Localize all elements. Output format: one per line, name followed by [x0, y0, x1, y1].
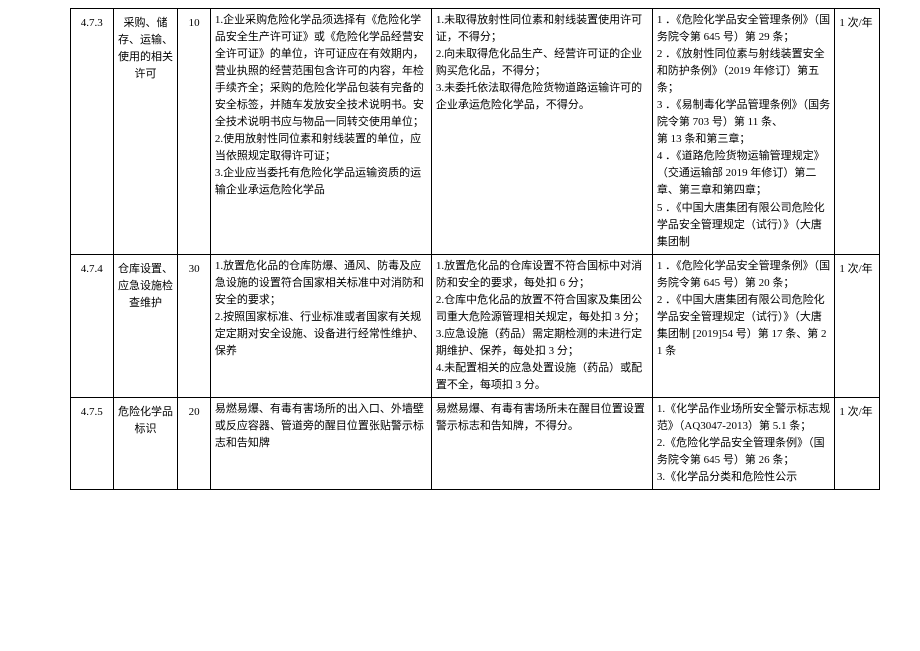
cell-method: 1.放置危化品的仓库设置不符合国标中对消防和安全的要求，每处扣 6 分； 2.仓…	[431, 254, 652, 397]
table-row: 4.7.4 仓库设置、应急设施检查维护 30 1.放置危化品的仓库防爆、通风、防…	[71, 254, 880, 397]
cell-item: 采购、储存、运输、使用的相关许可	[113, 9, 178, 255]
cell-score: 10	[178, 9, 210, 255]
cell-freq: 1 次/年	[835, 9, 880, 255]
cell-id: 4.7.5	[71, 398, 114, 490]
cell-method: 1.未取得放射性同位素和射线装置使用许可证，不得分； 2.向未取得危化品生产、经…	[431, 9, 652, 255]
cell-basis: 1 ．《危险化学品安全管理条例》（国务院令第 645 号）第 29 条； 2 ．…	[652, 9, 834, 255]
cell-standard: 易燃易爆、有毒有害场所的出入口、外墙壁或反应容器、管道旁的醒目位置张贴警示标志和…	[210, 398, 431, 490]
cell-id: 4.7.3	[71, 9, 114, 255]
cell-id: 4.7.4	[71, 254, 114, 397]
cell-score: 30	[178, 254, 210, 397]
cell-item: 危险化学品标识	[113, 398, 178, 490]
standards-table: 4.7.3 采购、储存、运输、使用的相关许可 10 1.企业采购危险化学品须选择…	[70, 8, 880, 490]
table-row: 4.7.3 采购、储存、运输、使用的相关许可 10 1.企业采购危险化学品须选择…	[71, 9, 880, 255]
cell-standard: 1.放置危化品的仓库防爆、通风、防毒及应急设施的设置符合国家相关标准中对消防和安…	[210, 254, 431, 397]
cell-standard: 1.企业采购危险化学品须选择有《危险化学品安全生产许可证》或《危险化学品经营安全…	[210, 9, 431, 255]
table-row: 4.7.5 危险化学品标识 20 易燃易爆、有毒有害场所的出入口、外墙壁或反应容…	[71, 398, 880, 490]
cell-basis: 1.《化学品作业场所安全警示标志规范》（AQ3047-2013）第 5.1 条；…	[652, 398, 834, 490]
cell-freq: 1 次/年	[835, 254, 880, 397]
cell-method: 易燃易爆、有毒有害场所未在醒目位置设置警示标志和告知牌，不得分。	[431, 398, 652, 490]
cell-freq: 1 次/年	[835, 398, 880, 490]
cell-basis: 1 ．《危险化学品安全管理条例》（国务院令第 645 号）第 20 条； 2 ．…	[652, 254, 834, 397]
cell-item: 仓库设置、应急设施检查维护	[113, 254, 178, 397]
cell-score: 20	[178, 398, 210, 490]
document-page: 4.7.3 采购、储存、运输、使用的相关许可 10 1.企业采购危险化学品须选择…	[0, 0, 920, 510]
